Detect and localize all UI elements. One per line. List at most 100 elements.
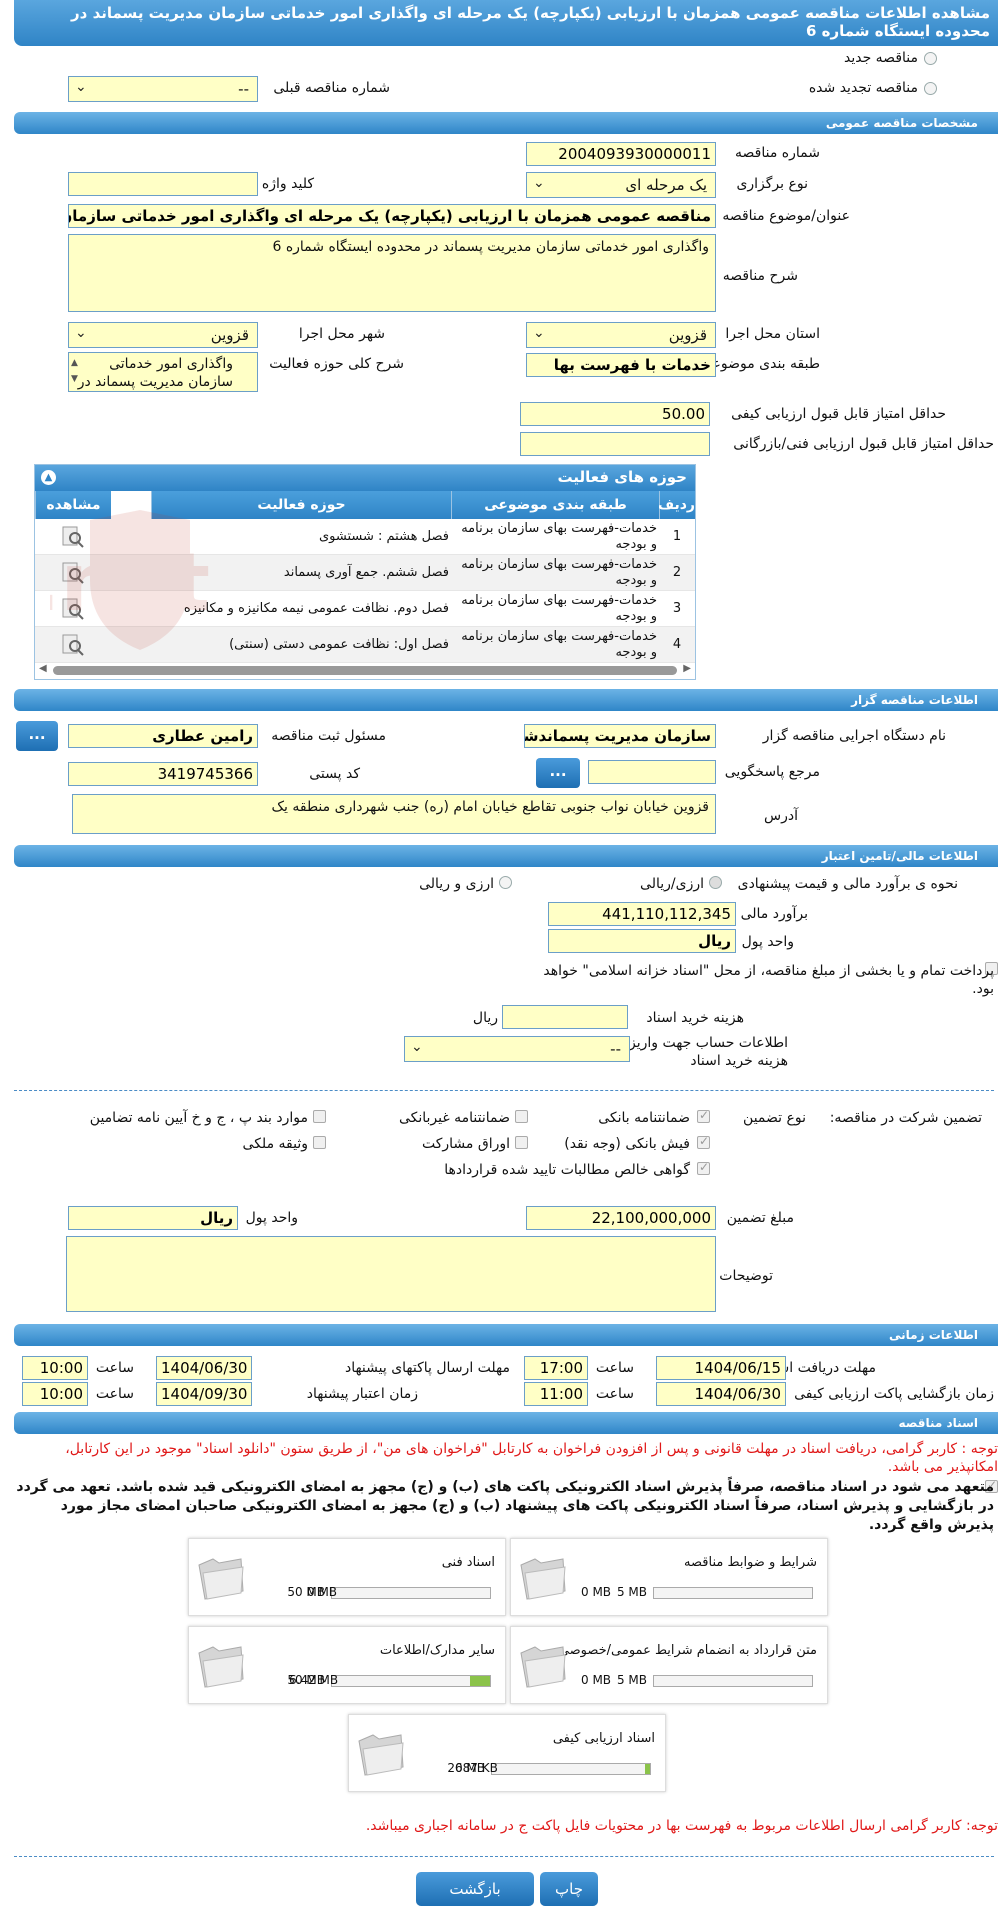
desc-field[interactable]: واگذاری امور خدماتی سازمان مدیریت پسماند… <box>68 234 716 312</box>
property-label: وثیقه ملکی <box>242 1136 308 1152</box>
scope-field[interactable]: واگذاری امور خدماتی سازمان مدیریت پسماند… <box>68 352 258 392</box>
back-button[interactable]: بازگشت <box>416 1872 534 1906</box>
estimate-label: برآورد مالی <box>740 906 808 922</box>
renewed-tender-radio[interactable] <box>924 82 937 95</box>
bonds-checkbox[interactable] <box>515 1136 528 1149</box>
validity-time[interactable]: 10:00 <box>22 1382 88 1406</box>
currency-field[interactable]: ریال <box>548 929 736 953</box>
scroll-right-icon[interactable]: ▶ <box>683 663 691 674</box>
org-field[interactable]: سازمان مدیریت پسماندشهرداری قزوین <box>524 724 716 748</box>
doc-tile[interactable]: متن قرارداد به انضمام شرایط عمومی/خصوصی … <box>510 1626 828 1704</box>
account-label: اطلاعات حساب جهت واریز هزینه خرید اسناد <box>628 1035 788 1069</box>
reference-label: مرجع پاسخگویی <box>724 764 820 780</box>
doc-receive-date[interactable]: 1404/06/15 <box>656 1356 786 1380</box>
progress-bar <box>331 1587 491 1599</box>
divider <box>14 1856 994 1857</box>
registrar-label: مسئول ثبت مناقصه <box>271 728 386 744</box>
time-label: ساعت <box>95 1360 134 1376</box>
bank-receipt-checkbox[interactable] <box>697 1134 710 1149</box>
print-button[interactable]: چاپ <box>540 1872 598 1906</box>
bonds-label: اوراق مشارکت <box>421 1136 510 1152</box>
renewed-tender-label: مناقصه تجدید شده <box>808 80 918 96</box>
number-label: شماره مناقصه <box>735 145 820 161</box>
doc-tile[interactable]: سایر مدارک/اطلاعات 50 MB 6.42 MB <box>188 1626 506 1704</box>
address-label: آدرس <box>764 808 798 824</box>
doc-fee-unit: ریال <box>472 1010 498 1026</box>
time-label: ساعت <box>95 1386 134 1402</box>
doc-notice: توجه : کاربر گرامی، دریافت اسناد در مهلت… <box>65 1441 998 1475</box>
address-field[interactable]: قزوین خیابان نواب جنوبی تقاطع خیابان اما… <box>72 794 716 834</box>
province-label: استان محل اجرا <box>725 326 820 342</box>
estimate-field[interactable]: 441,110,112,345 <box>548 902 736 926</box>
desc-label: شرح مناقصه <box>722 268 798 284</box>
doc-tile[interactable]: شرایط و ضوابط مناقصه 5 MB 0 MB <box>510 1538 828 1616</box>
reference-lookup-button[interactable]: ... <box>536 758 580 788</box>
guarantee-currency-label: واحد پول <box>245 1210 298 1226</box>
certificate-checkbox[interactable] <box>697 1160 710 1175</box>
chevron-down-icon: ⌄ <box>411 1039 423 1055</box>
city-select[interactable]: قزوین ⌄ <box>68 322 258 348</box>
fx-label: ارزی و ریالی <box>419 876 494 892</box>
method-label: نحوه ی برآورد مالی و قیمت پیشنهادی <box>737 876 958 892</box>
doc-tile[interactable]: اسناد ارزیابی کیفی 20 MB 687 KB <box>348 1714 666 1792</box>
notes-field[interactable] <box>66 1236 716 1312</box>
rial-radio[interactable] <box>709 876 722 889</box>
collapse-icon[interactable]: ▲ <box>41 470 56 485</box>
new-tender-radio[interactable] <box>924 52 937 65</box>
open-date[interactable]: 1404/06/30 <box>656 1382 786 1406</box>
scroll-thumb[interactable] <box>53 666 677 675</box>
number-field[interactable]: 2004093930000011 <box>526 142 716 166</box>
progress-bar <box>491 1763 651 1775</box>
commitment-text: متعهد می شود در اسناد مناقصه، صرفاً پذیر… <box>16 1479 994 1533</box>
progress-bar <box>331 1675 491 1687</box>
property-checkbox[interactable] <box>313 1136 326 1149</box>
bottom-notice: توجه: کاربر گرامی ارسال اطلاعات مربوط به… <box>365 1818 998 1834</box>
cases-label: موارد بند پ ، ج و خ آیین نامه تضامین <box>89 1110 308 1126</box>
section-documents: اسناد مناقصه <box>14 1412 998 1434</box>
doc-tile[interactable]: اسناد فنی 50 MB 0 MB <box>188 1538 506 1616</box>
prev-number-select[interactable]: -- ⌄ <box>68 76 258 102</box>
min-tech-field[interactable] <box>520 432 710 456</box>
org-label: نام دستگاه اجرایی مناقصه گزار <box>762 728 946 744</box>
min-tech-label: حداقل امتیاز قابل قبول ارزیابی فنی/بازرگ… <box>733 436 994 452</box>
certificate-label: گواهی خالص مطالبات تایید شده قراردادها <box>444 1162 690 1178</box>
progress-bar <box>653 1587 813 1599</box>
doc-fee-field[interactable] <box>502 1005 628 1029</box>
open-time[interactable]: 11:00 <box>524 1382 588 1406</box>
type-select[interactable]: یک مرحله ای ⌄ <box>526 172 716 198</box>
province-select[interactable]: قزوین ⌄ <box>526 322 716 348</box>
amount-field[interactable]: 22,100,000,000 <box>526 1206 716 1230</box>
subject-field[interactable]: مناقصه عمومی همزمان با ارزیابی (یکپارچه)… <box>68 204 716 228</box>
registrar-lookup-button[interactable]: ... <box>16 721 58 751</box>
divider <box>14 1090 994 1091</box>
horizontal-scrollbar[interactable]: ▶ ◀ <box>39 663 691 677</box>
scroll-left-icon[interactable]: ◀ <box>39 663 47 674</box>
send-label: مهلت ارسال پاکتهای پیشنهاد <box>344 1360 510 1376</box>
doc-receive-time[interactable]: 17:00 <box>524 1356 588 1380</box>
bank-guarantee-checkbox[interactable] <box>697 1108 710 1123</box>
send-time[interactable]: 10:00 <box>22 1356 88 1380</box>
city-label: شهر محل اجرا <box>298 326 385 342</box>
category-field[interactable]: خدمات با فهرست بها <box>526 353 716 377</box>
nonbank-guarantee-checkbox[interactable] <box>515 1110 528 1123</box>
send-date[interactable]: 1404/06/30 <box>156 1356 252 1380</box>
chevron-down-icon: ⌄ <box>75 79 87 95</box>
account-select[interactable]: -- ⌄ <box>404 1036 630 1062</box>
guarantee-currency-field[interactable]: ریال <box>68 1206 238 1230</box>
keyword-field[interactable] <box>68 172 258 196</box>
cases-checkbox[interactable] <box>313 1110 326 1123</box>
section-finance: اطلاعات مالی/تامین اعتبار <box>14 845 998 867</box>
postal-label: کد پستی <box>309 766 360 782</box>
time-label: ساعت <box>595 1386 634 1402</box>
fx-radio[interactable] <box>499 876 512 889</box>
scroll-arrows-icon[interactable]: ▲ ▼ <box>71 355 78 387</box>
category-label: طبقه بندی موضوعی <box>700 356 820 372</box>
postal-field[interactable]: 3419745366 <box>68 762 258 786</box>
reference-field[interactable] <box>588 760 716 784</box>
open-label: زمان بازگشایی پاکت ارزیابی کیفی <box>794 1386 994 1402</box>
registrar-field[interactable]: رامین عطاری <box>68 724 258 748</box>
section-timing: اطلاعات زمانی <box>14 1324 998 1346</box>
validity-date[interactable]: 1404/09/30 <box>156 1382 252 1406</box>
min-quality-field[interactable]: 50.00 <box>520 402 710 426</box>
page-title: مشاهده اطلاعات مناقصه عمومی همزمان با ار… <box>14 0 998 46</box>
